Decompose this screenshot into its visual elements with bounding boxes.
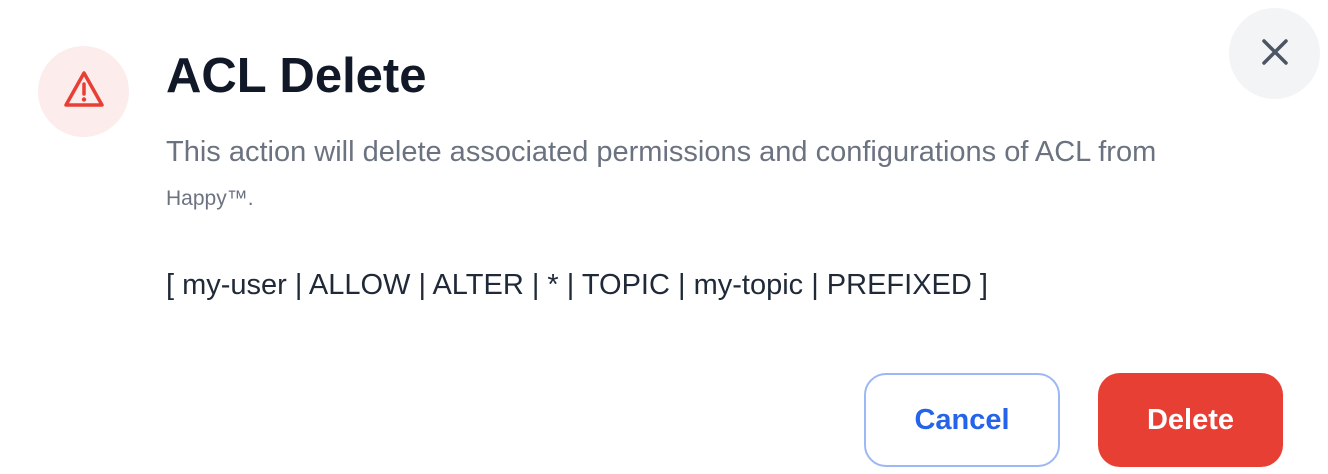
acl-summary: [ my-user | ALLOW | ALTER | * | TOPIC | … <box>166 269 988 301</box>
close-icon <box>1260 37 1290 70</box>
warning-triangle-icon <box>62 69 106 114</box>
warning-badge <box>38 46 129 137</box>
close-button[interactable] <box>1229 8 1320 99</box>
dialog-title: ACL Delete <box>166 49 427 103</box>
delete-button[interactable]: Delete <box>1098 373 1283 467</box>
dialog-description: This action will delete associated permi… <box>166 136 1157 168</box>
cancel-button[interactable]: Cancel <box>864 373 1060 467</box>
acl-delete-dialog: ACL Delete This action will delete assoc… <box>0 0 1328 474</box>
product-name: Happy™. <box>166 187 254 210</box>
